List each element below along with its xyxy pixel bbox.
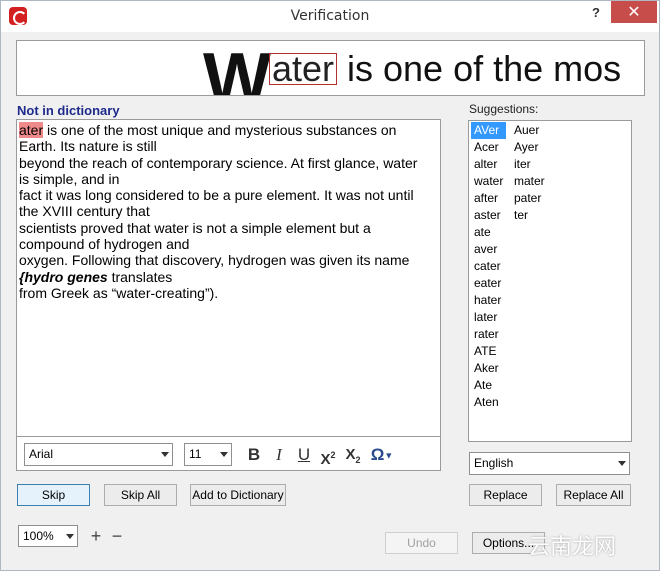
underline-button[interactable]: U (294, 445, 314, 465)
suggestion-item[interactable]: eater (471, 275, 506, 292)
zoom-in-button[interactable]: + (88, 527, 104, 545)
editor-text[interactable]: ater is one of the most unique and myste… (19, 122, 429, 301)
suggestion-item[interactable]: later (471, 309, 506, 326)
font-family-value: Arial (29, 447, 54, 461)
window-title: Verification (290, 8, 370, 24)
insert-symbol-button[interactable]: Ω▼ (367, 445, 397, 465)
editor-line: oxygen. Following that discovery, hydrog… (19, 252, 410, 269)
error-word-highlight[interactable]: ater (19, 122, 44, 138)
watermark: 云南龙网 (528, 535, 617, 560)
suggestion-item[interactable]: rater (471, 326, 506, 343)
chevron-down-icon (66, 534, 74, 539)
suggestion-item[interactable]: Auer (511, 122, 548, 139)
suggestion-item[interactable]: mater (511, 173, 548, 190)
superscript-mark: 2 (330, 450, 336, 460)
close-button[interactable]: ✕ (611, 1, 657, 23)
suggestion-item[interactable]: Ayer (511, 139, 548, 156)
language-select[interactable]: English (469, 452, 630, 475)
undo-button[interactable]: Undo (385, 532, 458, 554)
suggestion-item[interactable]: aster (471, 207, 506, 224)
suggestion-item[interactable]: alter (471, 156, 506, 173)
chevron-down-icon (618, 461, 626, 466)
skip-all-button[interactable]: Skip All (104, 484, 177, 506)
zoom-value: 100% (23, 529, 54, 543)
preview-error-word: ater (268, 51, 338, 87)
suggestions-label: Suggestions: (469, 102, 539, 116)
add-to-dictionary-button[interactable]: Add to Dictionary (190, 484, 286, 506)
preview-rest-text: is one of the mos (337, 48, 622, 89)
editor-line: beyond the reach of contemporary science… (19, 154, 418, 187)
editor-line: fact it was long considered to be a pure… (19, 187, 414, 220)
text-editor[interactable]: ater is one of the most unique and myste… (16, 119, 441, 437)
formatting-toolbar: Arial 11 B I U X2 X2 Ω▼ (16, 437, 441, 471)
suggestion-item[interactable]: Acer (471, 139, 506, 156)
suggestion-item[interactable]: after (471, 190, 506, 207)
preview-text: Water is one of the mos (203, 40, 622, 96)
suggestions-list[interactable]: AVer Acer alter water after aster ate av… (468, 120, 632, 442)
suggestion-item[interactable]: ATE (471, 343, 506, 360)
caret-down-icon: ▼ (384, 450, 394, 461)
preview-big-letter: W (203, 40, 271, 96)
bold-button[interactable]: B (244, 445, 264, 465)
suggestion-item[interactable]: iter (511, 156, 548, 173)
suggestion-item[interactable]: water (471, 173, 506, 190)
replace-button[interactable]: Replace (469, 484, 542, 506)
title-bar: Verification ? ✕ (1, 1, 659, 32)
suggestions-column-1: AVer Acer alter water after aster ate av… (471, 122, 507, 411)
font-size-select[interactable]: 11 (184, 443, 232, 466)
editor-line: from Greek as “water-creating”). (19, 284, 219, 301)
suggestion-item[interactable]: Aker (471, 360, 506, 377)
superscript-button[interactable]: X2 (318, 445, 338, 468)
suggestion-item[interactable]: aver (471, 241, 506, 258)
suggestion-item[interactable]: cater (471, 258, 506, 275)
editor-line: scientists proved that water is not a si… (19, 219, 371, 253)
zoom-select[interactable]: 100% (18, 525, 78, 547)
zoom-out-button[interactable]: − (109, 527, 125, 545)
suggestion-item[interactable]: hater (471, 292, 506, 309)
omega-icon: Ω (370, 445, 385, 464)
font-family-select[interactable]: Arial (24, 443, 173, 466)
suggestion-item[interactable]: pater (511, 190, 548, 207)
italic-button[interactable]: I (269, 445, 289, 465)
editor-line: translates (107, 268, 173, 285)
verification-dialog: Verification ? ✕ Water is one of the mos… (0, 0, 660, 571)
language-value: English (474, 456, 514, 470)
suggestion-item[interactable]: ter (511, 207, 548, 224)
suggestion-item[interactable]: Ate (471, 377, 506, 394)
chevron-down-icon (161, 452, 169, 457)
font-size-value: 11 (189, 447, 202, 461)
error-preview: Water is one of the mos (16, 40, 645, 96)
suggestion-item[interactable]: Aten (471, 394, 506, 411)
chevron-down-icon (220, 452, 228, 457)
help-button[interactable]: ? (583, 3, 609, 23)
replace-all-button[interactable]: Replace All (556, 484, 631, 506)
subscript-glyph: X (345, 446, 356, 463)
skip-button[interactable]: Skip (17, 484, 90, 506)
subscript-button[interactable]: X2 (343, 445, 363, 465)
editor-line: is one of the most unique and mysterious… (19, 122, 397, 155)
superscript-glyph: X (320, 451, 331, 468)
editor-emphasis: {hydro genes (19, 268, 108, 285)
suggestions-column-2: Auer Ayer iter mater pater ter (511, 122, 548, 224)
error-type-heading: Not in dictionary (17, 103, 120, 118)
suggestion-item[interactable]: AVer (471, 122, 507, 139)
suggestion-item[interactable]: ate (471, 224, 506, 241)
subscript-mark: 2 (355, 455, 361, 465)
